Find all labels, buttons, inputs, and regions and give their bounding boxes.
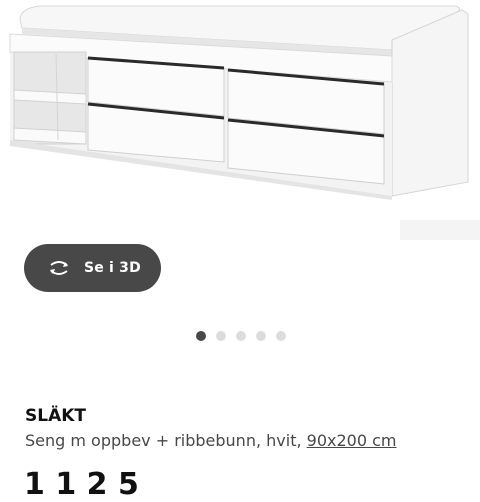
product-price: 1 1 2 5	[24, 467, 139, 502]
carousel-dot-5[interactable]	[276, 331, 286, 341]
product-size-link[interactable]: 90x200 cm	[307, 431, 397, 450]
product-image-gallery[interactable]: Se i 3D	[0, 0, 480, 320]
carousel-dot-2[interactable]	[216, 331, 226, 341]
view-in-3d-button[interactable]: Se i 3D	[24, 244, 161, 292]
carousel-dot-4[interactable]	[256, 331, 266, 341]
product-name: SLÄKT	[25, 406, 87, 426]
rotate-3d-icon	[46, 259, 72, 277]
product-description: Seng m oppbev + ribbebunn, hvit, 90x200 …	[25, 431, 396, 450]
product-description-text: Seng m oppbev + ribbebunn, hvit,	[25, 431, 307, 450]
view-in-3d-label: Se i 3D	[84, 260, 141, 276]
carousel-dot-1[interactable]	[196, 331, 206, 341]
carousel-pagination	[196, 331, 286, 341]
carousel-dot-3[interactable]	[236, 331, 246, 341]
